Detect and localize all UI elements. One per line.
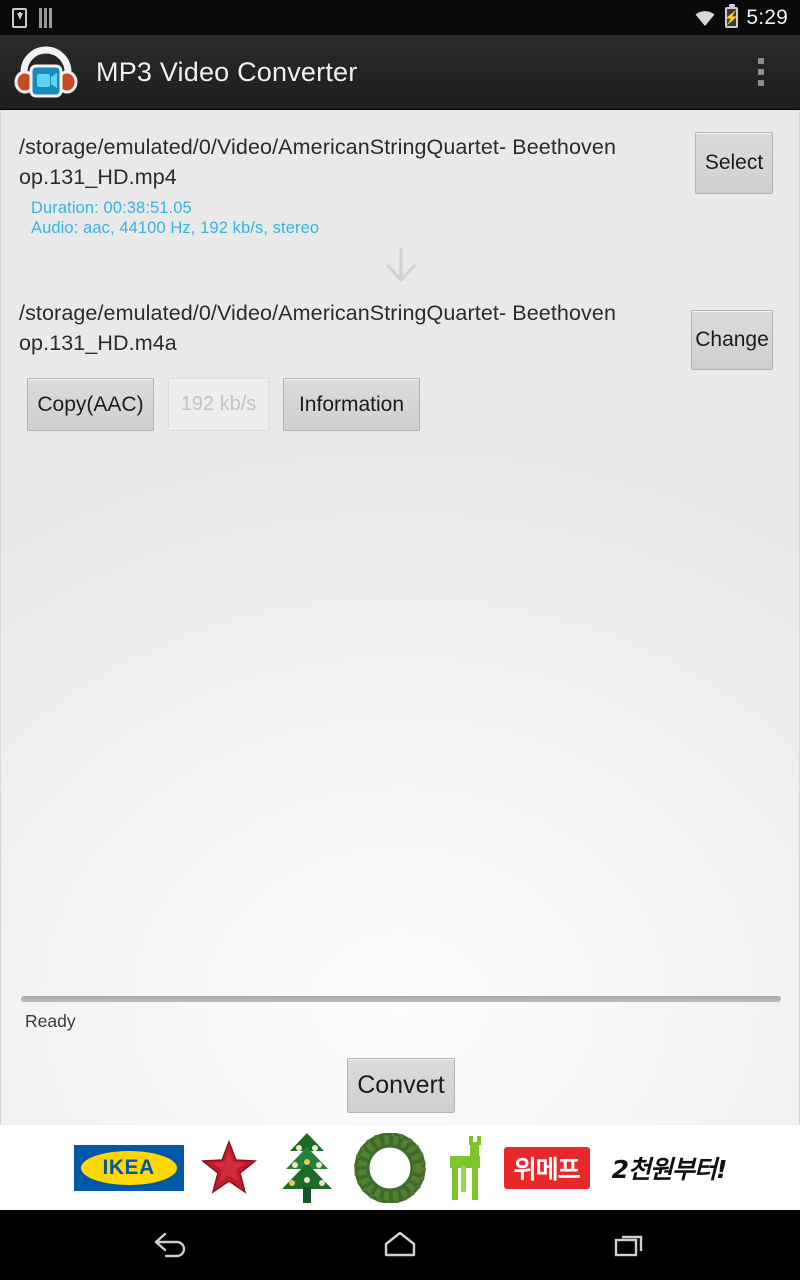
wreath-ornament [353, 1132, 426, 1203]
ikea-logo-text: IKEA [102, 1155, 155, 1179]
battery-charging-icon: ⚡ [724, 7, 740, 28]
sd-card-icon [39, 7, 57, 28]
status-text: Ready [25, 1011, 76, 1031]
promo-badge: 위메프 [503, 1146, 590, 1189]
input-audio-text: Audio: aac, 44100 Hz, 192 kb/s, stereo [31, 219, 320, 237]
input-file-row: /storage/emulated/0/Video/AmericanString… [1, 110, 799, 238]
input-file-metadata: Duration: 00:38:51.05 Audio: aac, 44100 … [31, 198, 781, 238]
home-icon[interactable] [370, 1220, 430, 1270]
ad-banner[interactable]: IKEA 위메프 2천원부터! [0, 1125, 800, 1210]
more-vertical-icon[interactable] [748, 50, 774, 94]
codec-button[interactable]: Copy(AAC) [27, 378, 154, 431]
arrow-down-icon [386, 247, 416, 282]
action-bar: MP3 Video Converter [0, 35, 800, 110]
headphones-video-icon [14, 40, 78, 104]
back-icon[interactable] [140, 1220, 200, 1270]
reindeer-ornament [449, 1135, 481, 1200]
promo-price-text: 2천원부터! [611, 1154, 728, 1184]
ikea-logo: IKEA [73, 1144, 184, 1191]
input-file-path[interactable]: /storage/emulated/0/Video/AmericanString… [19, 132, 619, 192]
conversion-options-row: Copy(AAC) 192 kb/s Information [1, 378, 799, 431]
wifi-icon [693, 9, 717, 27]
app-title: MP3 Video Converter [96, 56, 358, 87]
status-bar-left-icons [12, 7, 57, 28]
device-screen: ⚡ 5:29 MP3 Video Converter /storage/emul… [0, 0, 800, 1280]
status-bar-clock: 5:29 [746, 5, 788, 29]
main-content: /storage/emulated/0/Video/AmericanString… [0, 110, 800, 1125]
output-file-row: /storage/emulated/0/Video/AmericanString… [1, 292, 799, 370]
convert-button[interactable]: Convert [347, 1058, 455, 1113]
arrow-down-container [1, 246, 799, 288]
recents-icon[interactable] [600, 1220, 660, 1270]
select-button[interactable]: Select [695, 132, 773, 194]
progress-bar [21, 996, 781, 1002]
output-file-path[interactable]: /storage/emulated/0/Video/AmericanString… [19, 298, 619, 358]
bitrate-button: 192 kb/s [168, 378, 269, 431]
tree-ornament [281, 1132, 332, 1203]
convert-button-container: Convert [21, 1058, 781, 1113]
android-nav-bar [0, 1210, 800, 1280]
input-duration-text: Duration: 00:38:51.05 [31, 199, 192, 217]
information-button[interactable]: Information [283, 378, 420, 431]
status-bar: ⚡ 5:29 [0, 0, 800, 35]
status-bar-right-icons: ⚡ 5:29 [693, 6, 788, 30]
download-icon [12, 7, 27, 28]
star-ornament [200, 1139, 257, 1194]
change-button[interactable]: Change [691, 310, 773, 370]
conversion-footer: Ready Convert [1, 996, 799, 1125]
